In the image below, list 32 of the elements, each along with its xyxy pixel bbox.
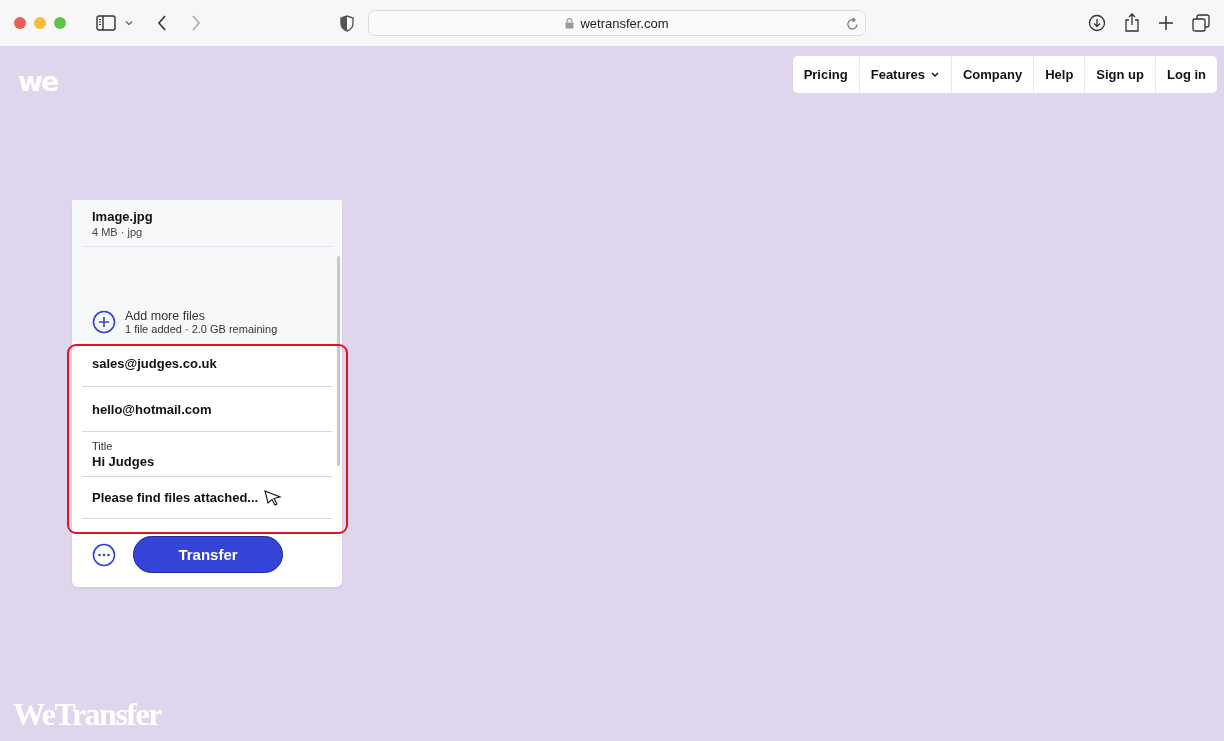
back-icon[interactable] xyxy=(156,14,168,32)
reload-icon[interactable] xyxy=(846,17,859,31)
sidebar-icon[interactable] xyxy=(96,15,116,31)
nav-link[interactable]: Features xyxy=(858,56,951,93)
more-options-icon[interactable] xyxy=(92,542,116,567)
nav-link[interactable]: Company xyxy=(950,56,1034,93)
message-text: Please find files attached... xyxy=(92,490,259,505)
shield-icon[interactable] xyxy=(340,14,354,32)
files-status: 1 file added · 2.0 GB remaining xyxy=(125,323,278,335)
add-files-link[interactable]: Add more files xyxy=(125,309,278,323)
nav-link[interactable]: Pricing xyxy=(792,56,859,93)
caret-icon xyxy=(929,71,940,78)
transfer-button[interactable]: Transfer xyxy=(133,536,283,573)
tabs-overview-icon[interactable] xyxy=(1192,14,1210,32)
title-label: Title xyxy=(92,439,114,452)
scrollbar[interactable] xyxy=(337,256,340,466)
cursor-icon xyxy=(264,489,283,506)
share-icon[interactable] xyxy=(1124,13,1140,33)
nav-link[interactable]: Log in xyxy=(1155,56,1217,93)
plus-icon[interactable] xyxy=(1158,15,1174,31)
add-icon[interactable] xyxy=(92,310,116,334)
lock-icon xyxy=(565,17,575,29)
file-name: Image.jpg xyxy=(92,209,154,224)
close-window-button[interactable] xyxy=(14,17,26,29)
download-icon[interactable] xyxy=(1088,14,1106,32)
title-value: Hi Judges xyxy=(92,453,156,469)
file-meta: 4 MB · jpg xyxy=(92,226,144,238)
chevron-down-icon[interactable] xyxy=(124,19,134,27)
nav-link[interactable]: Help xyxy=(1033,56,1085,93)
url-text: wetransfer.com xyxy=(580,15,669,31)
address-bar[interactable]: wetransfer.com xyxy=(368,10,866,36)
nav-link[interactable]: Sign up xyxy=(1084,56,1155,93)
